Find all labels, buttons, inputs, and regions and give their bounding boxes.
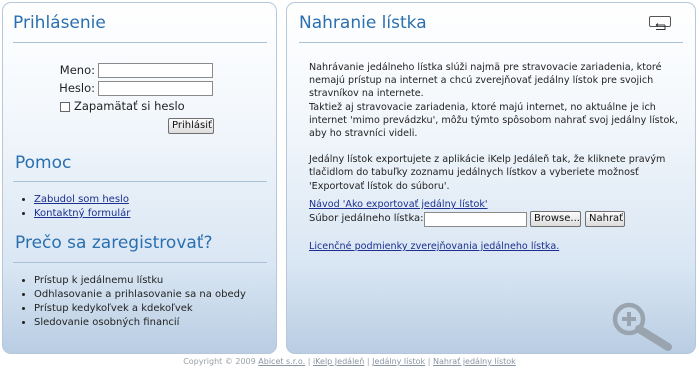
sidebar-panel: Prihlásenie Meno: Heslo: Zapamätať si he… (2, 2, 277, 354)
list-item: Kontaktný formulár (34, 207, 130, 221)
description-paragraph: Taktiež aj stravovacie zariadenia, ktoré… (309, 101, 678, 140)
footer-link-upload[interactable]: Nahrať jedálny lístok (433, 357, 516, 366)
footer-link-ikelp[interactable]: iKelp Jedáleň (313, 357, 364, 366)
footer: Copyright © 2009 Abicet s.r.o. | iKelp J… (0, 357, 699, 366)
login-button[interactable]: Prihlásiť (168, 118, 214, 134)
footer-separator: | (366, 357, 370, 366)
footer-company-link[interactable]: Abicet s.r.o. (258, 357, 305, 366)
list-item: Sledovanie osobných financií (34, 316, 246, 330)
remember-checkbox[interactable] (60, 102, 70, 112)
back-arrow-icon (655, 23, 666, 30)
upload-button[interactable]: Nahrať (585, 211, 625, 227)
divider (13, 262, 267, 263)
list-item: Prístup k jedálnemu lístku (34, 274, 246, 288)
license-link[interactable]: Licenčné podmienky zverejňovania jedálne… (309, 241, 559, 252)
help-links: Zabudol som heslo Kontaktný formulár (20, 193, 130, 221)
footer-link-menu[interactable]: Jedálny lístok (372, 357, 425, 366)
browse-button[interactable]: Browse... (530, 211, 581, 227)
register-title: Prečo sa zaregistrovať? (15, 233, 213, 253)
name-input[interactable] (98, 63, 213, 78)
password-label: Heslo: (59, 81, 95, 95)
description-paragraph: Nahrávanie jedálneho lístka slúži najmä … (309, 62, 662, 100)
copyright-text: Copyright © 2009 (183, 357, 256, 366)
name-label: Meno: (59, 63, 95, 77)
file-label: Súbor jedálneho lístka: (309, 213, 424, 224)
forgot-password-link[interactable]: Zabudol som heslo (34, 194, 129, 205)
export-guide-link[interactable]: Návod 'Ako exportovať jedálny lístok' (309, 199, 488, 210)
list-item: Odhlasovanie a prihlasovanie sa na obedy (34, 288, 246, 302)
remember-label: Zapamätať si heslo (74, 99, 185, 113)
divider (13, 181, 267, 182)
main-panel: Nahranie lístka Nahrávanie jedálneho lís… (286, 2, 696, 354)
description-paragraph: Jedálny lístok exportujete z aplikácie i… (309, 154, 666, 192)
list-item: Zabudol som heslo (34, 193, 130, 207)
divider (13, 42, 267, 43)
page-title: Nahranie lístka (299, 13, 427, 33)
file-path-input[interactable] (424, 212, 527, 227)
login-title: Prihlásenie (13, 13, 106, 33)
contact-form-link[interactable]: Kontaktný formulár (34, 208, 130, 219)
register-benefits: Prístup k jedálnemu lístku Odhlasovanie … (20, 274, 246, 330)
password-input[interactable] (98, 81, 213, 96)
back-button[interactable] (649, 16, 671, 30)
divider (299, 42, 683, 43)
footer-separator: | (307, 357, 311, 366)
footer-separator: | (427, 357, 431, 366)
zoom-in-icon[interactable] (612, 297, 676, 357)
description: Nahrávanie jedálneho lístka slúži najmä … (309, 61, 684, 193)
help-title: Pomoc (15, 153, 72, 173)
list-item: Prístup kedykoľvek a kdekoľvek (34, 302, 246, 316)
